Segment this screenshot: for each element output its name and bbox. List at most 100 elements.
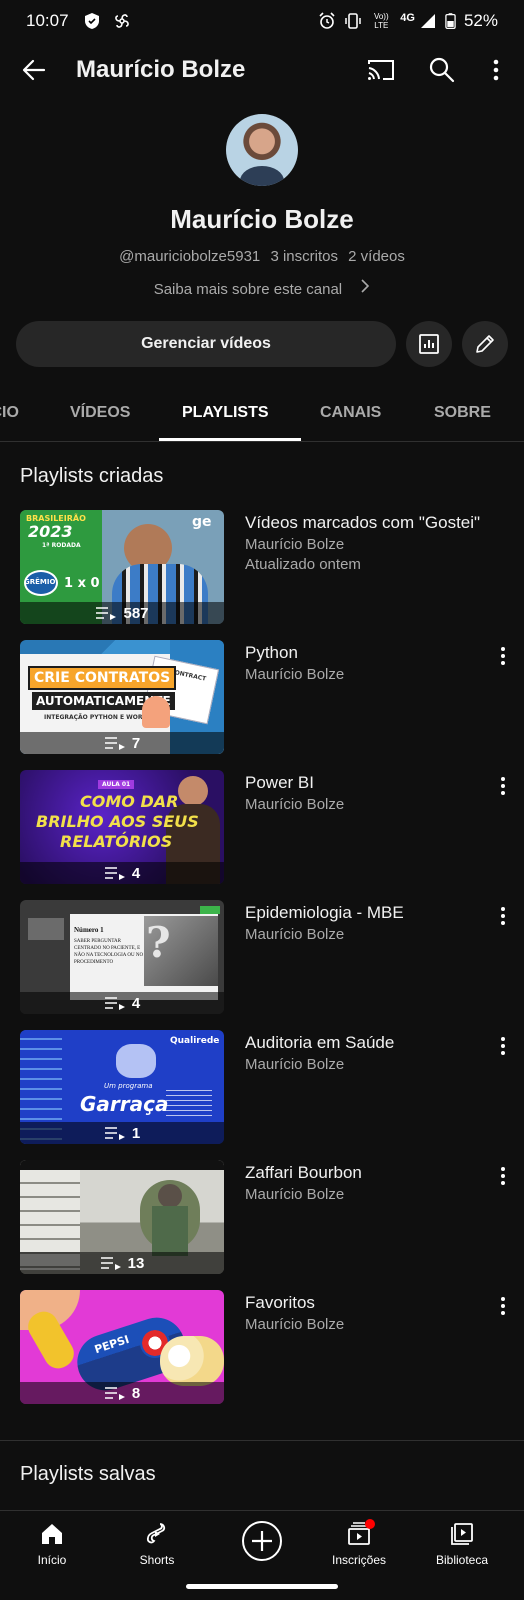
playlist-item[interactable]: Qualirede Um programa Garraça 1 Auditori… <box>0 1030 524 1150</box>
tab-videos[interactable]: VÍDEOS <box>70 404 130 422</box>
tab-playlists[interactable]: PLAYLISTS <box>182 404 269 422</box>
more-vert-icon[interactable] <box>494 904 512 928</box>
playlist-title: Zaffari Bourbon <box>245 1163 362 1182</box>
playlist-info: Favoritos Maurício Bolze <box>245 1292 495 1335</box>
video-count-overlay: 13 <box>20 1252 224 1274</box>
playlist-owner: Maurício Bolze <box>245 796 345 813</box>
playlist-item[interactable]: ? Número 1 SABER PERGUNTAR CENTRADO NO P… <box>0 900 524 1020</box>
video-count-overlay: 4 <box>20 862 224 884</box>
more-vert-icon[interactable] <box>494 644 512 668</box>
playlist-thumbnail[interactable]: Qualirede Um programa Garraça 1 <box>20 1030 224 1144</box>
playlist-item[interactable]: PEPSI 8 Favoritos Maurício Bolze <box>0 1290 524 1410</box>
status-bar: 10:07 Vo)) LTE 4G 52% <box>0 0 524 42</box>
playlist-title: Epidemiologia - MBE <box>245 903 404 922</box>
home-indicator[interactable] <box>186 1584 338 1589</box>
search-icon[interactable] <box>426 54 458 86</box>
analytics-button[interactable] <box>406 321 452 367</box>
channel-tabs: ÍCIO VÍDEOS PLAYLISTS CANAIS SOBRE <box>0 386 524 442</box>
channel-about-link[interactable]: Saiba mais sobre este canal <box>0 278 524 298</box>
playlist-thumbnail[interactable]: PEPSI 8 <box>20 1290 224 1404</box>
channel-about-label: Saiba mais sobre este canal <box>153 281 343 298</box>
video-count-overlay: 587 <box>20 602 224 624</box>
battery-percent: 52% <box>463 11 498 30</box>
volte-indicator: Vo)) LTE <box>373 12 389 30</box>
video-count: 13 <box>127 1254 145 1272</box>
pinwheel-icon <box>114 14 129 28</box>
shorts-icon <box>146 1523 166 1544</box>
active-tab-indicator <box>159 438 301 441</box>
nav-label: Shorts <box>139 1553 175 1567</box>
more-vert-icon[interactable] <box>480 54 512 86</box>
analytics-icon <box>419 334 439 354</box>
channel-handle: @mauriciobolze5931 <box>119 248 261 265</box>
playlist-title: Favoritos <box>245 1293 315 1312</box>
video-count: 8 <box>131 1384 141 1402</box>
more-vert-icon[interactable] <box>494 1294 512 1318</box>
video-count: 587 <box>123 604 149 622</box>
playlist-item[interactable]: 13 Zaffari Bourbon Maurício Bolze <box>0 1160 524 1280</box>
playlist-icon <box>104 1387 125 1400</box>
playlist-owner: Maurício Bolze <box>245 1056 345 1073</box>
tab-about[interactable]: SOBRE <box>434 404 491 422</box>
channel-name: Maurício Bolze <box>170 204 354 234</box>
signal-icon <box>420 14 435 28</box>
playlist-title: Python <box>245 643 298 662</box>
vibrate-icon <box>345 13 362 29</box>
back-arrow-icon[interactable] <box>18 54 50 86</box>
playlist-owner: Maurício Bolze <box>245 536 345 553</box>
playlist-thumbnail[interactable]: 13 <box>20 1160 224 1274</box>
playlist-icon <box>96 607 117 620</box>
nav-library[interactable]: Biblioteca <box>417 1521 507 1567</box>
video-count: 4 <box>131 864 141 882</box>
section-title-saved: Playlists salvas <box>20 1463 156 1485</box>
edit-channel-button[interactable] <box>462 321 508 367</box>
playlist-item[interactable]: BRASILEIRÃO 2023 1ª RODADA GRÊMIO 1 x 0 … <box>0 510 524 630</box>
channel-meta: @mauriciobolze5931 3 inscritos 2 vídeos <box>0 248 524 265</box>
nav-label: Início <box>37 1553 67 1567</box>
video-count-overlay: 7 <box>20 732 224 754</box>
tab-home[interactable]: ÍCIO <box>0 404 19 422</box>
tab-channels[interactable]: CANAIS <box>320 404 381 422</box>
library-icon <box>451 1523 473 1545</box>
playlist-info: Zaffari Bourbon Maurício Bolze <box>245 1162 495 1205</box>
playlist-info: Power BI Maurício Bolze <box>245 772 495 815</box>
network-type: 4G <box>400 12 415 24</box>
video-count-overlay: 8 <box>20 1382 224 1404</box>
nav-shorts[interactable]: Shorts <box>112 1521 202 1567</box>
app-bar: Maurício Bolze <box>0 42 524 98</box>
playlist-info: Epidemiologia - MBE Maurício Bolze <box>245 902 495 945</box>
nav-label: Biblioteca <box>435 1553 489 1567</box>
video-count: 1 <box>131 1124 141 1142</box>
playlist-item[interactable]: AULA 01 COMO DAR BRILHO AOS SEUS RELATÓR… <box>0 770 524 890</box>
playlist-owner: Maurício Bolze <box>245 1186 345 1203</box>
nav-create[interactable] <box>217 1519 307 1569</box>
playlist-icon <box>104 867 125 880</box>
playlist-thumbnail[interactable]: BRASILEIRÃO 2023 1ª RODADA GRÊMIO 1 x 0 … <box>20 510 224 624</box>
section-divider <box>0 1440 524 1441</box>
chevron-right-icon <box>361 279 370 293</box>
playlist-thumbnail[interactable]: AULA 01 COMO DAR BRILHO AOS SEUS RELATÓR… <box>20 770 224 884</box>
playlist-title: Power BI <box>245 773 314 792</box>
status-time: 10:07 <box>26 11 69 30</box>
playlist-updated: Atualizado ontem <box>245 556 361 573</box>
create-icon <box>242 1521 282 1561</box>
playlist-title: Vídeos marcados com "Gostei" <box>245 513 481 532</box>
manage-videos-button[interactable]: Gerenciar vídeos <box>16 321 396 367</box>
cast-icon[interactable] <box>365 54 397 86</box>
notification-dot <box>365 1519 375 1529</box>
playlist-owner: Maurício Bolze <box>245 1316 345 1333</box>
playlist-item[interactable]: CONTRACT CRIE CONTRATOS AUTOMATICAMENTE … <box>0 640 524 760</box>
more-vert-icon[interactable] <box>494 774 512 798</box>
nav-subscriptions[interactable]: Inscrições <box>314 1521 404 1567</box>
more-vert-icon[interactable] <box>494 1164 512 1188</box>
channel-avatar[interactable] <box>226 114 298 186</box>
battery-icon <box>445 13 456 29</box>
section-title-created: Playlists criadas <box>20 465 164 487</box>
home-icon <box>42 1524 62 1544</box>
playlist-icon <box>104 997 125 1010</box>
video-count-overlay: 4 <box>20 992 224 1014</box>
nav-home[interactable]: Início <box>7 1521 97 1567</box>
more-vert-icon[interactable] <box>494 1034 512 1058</box>
playlist-thumbnail[interactable]: ? Número 1 SABER PERGUNTAR CENTRADO NO P… <box>20 900 224 1014</box>
playlist-thumbnail[interactable]: CONTRACT CRIE CONTRATOS AUTOMATICAMENTE … <box>20 640 224 754</box>
